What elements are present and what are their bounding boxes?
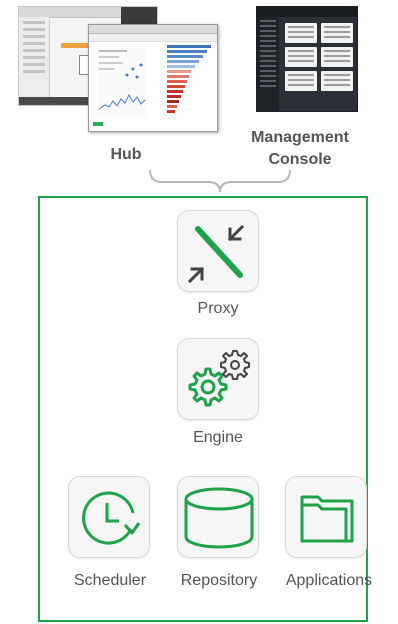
engine-label: Engine (193, 429, 243, 446)
proxy-icon (187, 224, 245, 284)
proxy-label: Proxy (197, 300, 239, 317)
scheduler-tile (68, 476, 150, 558)
engine-tile (177, 338, 259, 420)
proxy-tile (177, 210, 259, 292)
clock-refresh-icon (82, 491, 141, 545)
scheduler-label: Scheduler (73, 572, 147, 589)
repository-label: Repository (180, 572, 258, 589)
folder-icon (300, 495, 354, 543)
applications-tile (285, 476, 367, 558)
repository-tile (177, 476, 259, 558)
applications-label: Applications (285, 572, 373, 589)
gears-icon (188, 350, 250, 407)
database-icon (184, 487, 254, 549)
curly-brace (149, 169, 291, 193)
